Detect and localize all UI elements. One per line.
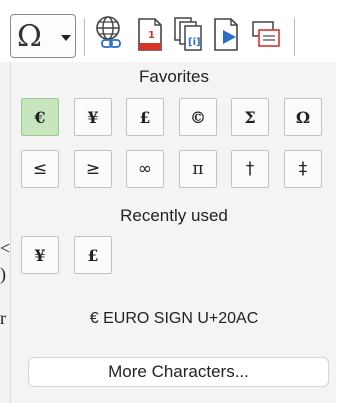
- toolbar-separator: [84, 18, 85, 56]
- document-edge: < ) r: [0, 62, 10, 403]
- favorite-char[interactable]: ∞: [126, 150, 164, 188]
- favorite-char[interactable]: ¥: [74, 98, 112, 136]
- favorite-char[interactable]: Ω: [284, 98, 322, 136]
- favorite-char[interactable]: π: [179, 150, 217, 188]
- svg-text:1: 1: [148, 30, 155, 41]
- favorites-title: Favorites: [139, 67, 209, 86]
- special-character-icon: Ω: [17, 19, 42, 54]
- favorite-char[interactable]: ≥: [74, 150, 112, 188]
- selected-char-info: € EURO SIGN U+20AC: [89, 310, 259, 327]
- favorite-char[interactable]: ©: [179, 98, 217, 136]
- document-text-fragment: ): [0, 264, 6, 284]
- footnote-icon[interactable]: 1: [133, 14, 167, 54]
- recent-char[interactable]: ¥: [21, 236, 59, 274]
- toolbar-separator: [294, 18, 295, 56]
- more-characters-button[interactable]: More Characters...: [28, 357, 329, 387]
- svg-text:[i]: [i]: [188, 37, 201, 48]
- hyperlink-icon[interactable]: [93, 14, 127, 54]
- toolbar: Ω 1 [i]: [0, 0, 337, 62]
- favorite-char[interactable]: €: [21, 98, 59, 136]
- copy-pages-icon[interactable]: [i]: [171, 14, 205, 54]
- play-slide-icon[interactable]: [210, 14, 244, 54]
- dropdown-arrow-icon[interactable]: [61, 35, 71, 41]
- recent-char[interactable]: £: [74, 236, 112, 274]
- special-character-button[interactable]: Ω: [10, 14, 76, 58]
- recently-used-title: Recently used: [120, 206, 228, 225]
- favorite-char[interactable]: ‡: [284, 150, 322, 188]
- favorite-char[interactable]: ≤: [21, 150, 59, 188]
- special-characters-popup: Favorites € ¥ £ © Σ Ω ≤ ≥ ∞ π † ‡ Recent…: [10, 62, 336, 403]
- insert-frame-icon[interactable]: [249, 14, 283, 54]
- app-window: Ω 1 [i] <) r Favorites € ¥ £ © Σ Ω ≤ ≥ …: [0, 0, 337, 403]
- document-text-fragment: r: [0, 308, 6, 328]
- favorite-char[interactable]: †: [231, 150, 269, 188]
- document-text-fragment: <: [0, 238, 11, 258]
- favorite-char[interactable]: Σ: [231, 98, 269, 136]
- favorite-char[interactable]: £: [126, 98, 164, 136]
